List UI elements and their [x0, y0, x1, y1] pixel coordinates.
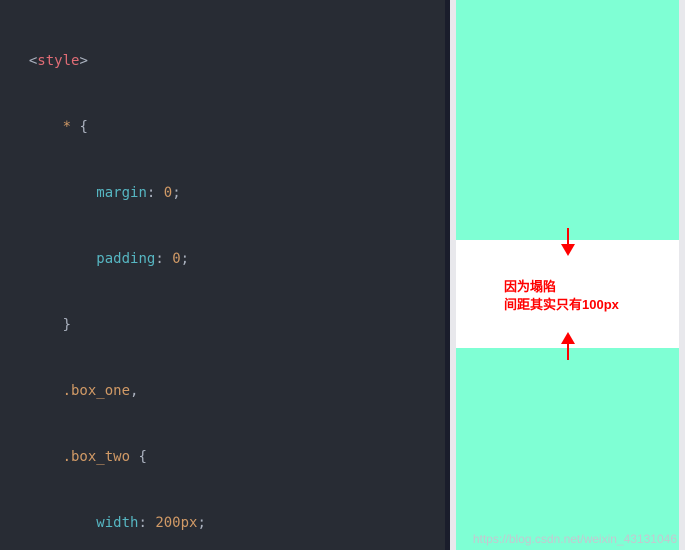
code-line: .box_two {: [0, 446, 445, 468]
watermark-text: https://blog.csdn.net/weixin_43131046: [473, 532, 677, 546]
code-line: .box_one,: [0, 380, 445, 402]
code-line: <style>: [0, 50, 445, 72]
code-line: margin: 0;: [0, 182, 445, 204]
arrow-up-icon: [561, 332, 575, 344]
code-line: padding: 0;: [0, 248, 445, 270]
box-one: [456, 0, 679, 240]
code-line: }: [0, 314, 445, 336]
arrow-down-icon: [561, 244, 575, 256]
code-editor-pane[interactable]: <style> * { margin: 0; padding: 0; } .bo…: [0, 0, 445, 550]
preview-page: 因为塌陷 间距其实只有100px: [456, 0, 679, 550]
box-two: [456, 348, 679, 550]
annotation-text: 因为塌陷 间距其实只有100px: [504, 278, 619, 314]
preview-pane: 因为塌陷 间距其实只有100px: [445, 0, 685, 550]
code-line: width: 200px;: [0, 512, 445, 534]
code-line: * {: [0, 116, 445, 138]
